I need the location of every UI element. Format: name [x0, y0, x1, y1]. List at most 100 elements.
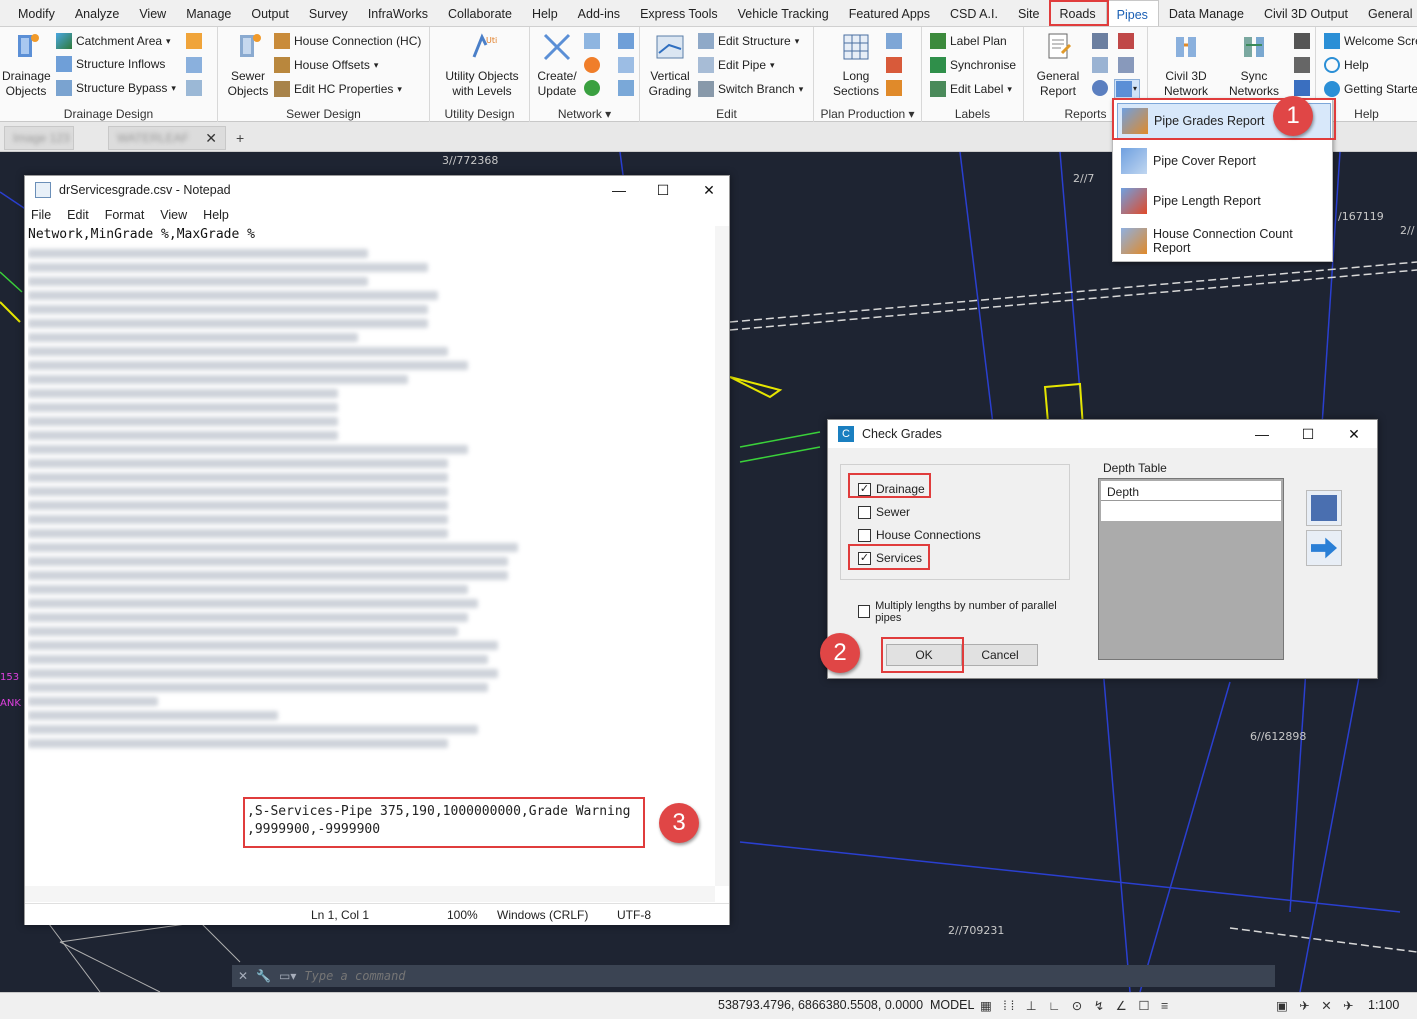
utility-objects-button[interactable]: Util Utility Objects with Levels: [440, 31, 524, 99]
close-command-icon[interactable]: ✕: [238, 969, 248, 983]
synchronise-button[interactable]: Synchronise: [930, 55, 1016, 75]
getting-started-button[interactable]: Getting Starte: [1324, 79, 1417, 99]
tab-site[interactable]: Site: [1008, 0, 1050, 26]
tab-manage[interactable]: Manage: [176, 0, 241, 26]
civil-tool-icon-1[interactable]: [1294, 33, 1310, 49]
menu-file[interactable]: File: [31, 208, 51, 222]
menu-help[interactable]: Help: [203, 208, 229, 222]
menu-format[interactable]: Format: [105, 208, 145, 222]
edit-hc-properties-button[interactable]: Edit HC Properties ▾: [274, 79, 402, 99]
network-tool-icon-1[interactable]: [584, 33, 600, 49]
house-offsets-button[interactable]: House Offsets ▾: [274, 55, 378, 75]
tab-add-ins[interactable]: Add-ins: [568, 0, 630, 26]
tab-vehicle-tracking[interactable]: Vehicle Tracking: [728, 0, 839, 26]
dialog-close-button[interactable]: ✕: [1344, 424, 1364, 444]
network-tool-icon-2[interactable]: [618, 33, 634, 49]
menu-item-pipe-cover-report[interactable]: Pipe Cover Report: [1117, 143, 1331, 179]
reports-tool-icon-3[interactable]: [1092, 80, 1108, 96]
catchment-area-button[interactable]: Catchment Area ▾: [56, 31, 171, 51]
plan-tool-icon-1[interactable]: [886, 33, 902, 49]
model-space-button[interactable]: MODEL: [930, 998, 974, 1012]
menu-edit[interactable]: Edit: [67, 208, 89, 222]
vertical-scrollbar[interactable]: [715, 226, 729, 886]
dialog-minimize-button[interactable]: —: [1252, 424, 1272, 444]
plan-tool-icon-3[interactable]: [886, 80, 902, 96]
horizontal-scrollbar[interactable]: [25, 886, 715, 902]
tab-modify[interactable]: Modify: [8, 0, 65, 26]
drainage-tool-icon-3[interactable]: [186, 80, 202, 96]
depth-table[interactable]: Depth: [1098, 478, 1284, 660]
welcome-screen-button[interactable]: Welcome Scre: [1324, 31, 1417, 51]
reports-tool-icon-4[interactable]: [1118, 33, 1134, 49]
doc-tab-1[interactable]: Image 123 ST: [4, 126, 74, 167]
label-plan-button[interactable]: Label Plan: [930, 31, 1007, 51]
new-tab-button[interactable]: +: [236, 130, 244, 146]
tab-infraworks[interactable]: InfraWorks: [358, 0, 438, 26]
civil3d-network-button[interactable]: Civil 3D Network: [1156, 31, 1216, 99]
general-report-button[interactable]: General Report: [1032, 31, 1084, 99]
edit-label-button[interactable]: Edit Label ▾: [930, 79, 1012, 99]
sewer-checkbox[interactable]: Sewer: [858, 505, 910, 519]
structure-inflows-button[interactable]: Structure Inflows: [56, 54, 165, 74]
notepad-text-area[interactable]: Network,MinGrade %,MaxGrade %: [28, 226, 714, 886]
network-tool-icon-3[interactable]: [618, 57, 634, 73]
edit-structure-button[interactable]: Edit Structure ▾: [698, 31, 799, 51]
tab-view[interactable]: View: [129, 0, 176, 26]
house-connection-button[interactable]: House Connection (HC): [274, 31, 421, 51]
drafting-tools-icons[interactable]: ▦ ⁞⁞ ⊥ ∟ ⊙ ↯ ∠ ☐ ≡: [980, 998, 1172, 1013]
drainage-tool-icon-2[interactable]: [186, 57, 202, 73]
annotation-tools-icons[interactable]: ▣ ✈ ✕ ✈: [1276, 998, 1358, 1013]
sewer-objects-button[interactable]: Sewer Objects: [224, 31, 272, 99]
tab-data-manage[interactable]: Data Manage: [1159, 0, 1254, 26]
tab-analyze[interactable]: Analyze: [65, 0, 129, 26]
tab-general[interactable]: General: [1358, 0, 1417, 26]
multiply-lengths-checkbox[interactable]: Multiply lengths by number of parallel p…: [858, 600, 1068, 624]
command-input[interactable]: [304, 969, 1205, 983]
command-history-icon[interactable]: ▭▾: [279, 969, 296, 983]
drainage-tool-icon-1[interactable]: [186, 33, 202, 49]
help-button[interactable]: Help: [1324, 55, 1369, 75]
dialog-maximize-button[interactable]: ☐: [1298, 424, 1318, 444]
house-connections-checkbox[interactable]: House Connections: [858, 528, 981, 542]
save-table-button[interactable]: [1306, 490, 1342, 526]
tab-survey[interactable]: Survey: [299, 0, 358, 26]
wrench-icon[interactable]: 🔧: [256, 969, 271, 983]
cancel-button[interactable]: Cancel: [962, 644, 1038, 666]
pipe-reports-dropdown-button[interactable]: ▾: [1114, 79, 1140, 99]
network-tool-icon-4[interactable]: [618, 80, 634, 96]
tab-collaborate[interactable]: Collaborate: [438, 0, 522, 26]
reports-tool-icon-5[interactable]: [1118, 57, 1134, 73]
drainage-objects-button[interactable]: Drainage Objects: [2, 31, 51, 99]
reports-tool-icon-2[interactable]: [1092, 57, 1108, 73]
menu-view[interactable]: View: [160, 208, 187, 222]
sync-networks-button[interactable]: Sync Networks: [1224, 31, 1284, 99]
reports-tool-icon-1[interactable]: [1092, 33, 1108, 49]
long-sections-button[interactable]: Long Sections: [832, 31, 880, 99]
doc-tab-2[interactable]: WATERLEAF ✕: [108, 126, 226, 150]
network-refresh-icon[interactable]: [584, 80, 600, 96]
structure-bypass-button[interactable]: Structure Bypass ▾: [56, 78, 176, 98]
doc-tab-close-icon[interactable]: ✕: [205, 127, 217, 149]
load-table-button[interactable]: [1306, 530, 1342, 566]
menu-item-pipe-length-report[interactable]: Pipe Length Report: [1117, 183, 1331, 219]
tab-output[interactable]: Output: [241, 0, 299, 26]
tab-pipes[interactable]: Pipes: [1105, 0, 1159, 26]
network-id-icon[interactable]: [584, 57, 600, 73]
edit-pipe-button[interactable]: Edit Pipe ▾: [698, 55, 775, 75]
tab-help[interactable]: Help: [522, 0, 568, 26]
close-button[interactable]: ✕: [699, 180, 719, 200]
maximize-button[interactable]: ☐: [653, 180, 673, 200]
tab-csd-a-i-[interactable]: CSD A.I.: [940, 0, 1008, 26]
switch-branch-button[interactable]: Switch Branch ▾: [698, 79, 803, 99]
annotation-scale[interactable]: 1:100: [1368, 998, 1399, 1012]
minimize-button[interactable]: —: [609, 180, 629, 200]
plan-tool-icon-2[interactable]: [886, 57, 902, 73]
vertical-grading-button[interactable]: Vertical Grading: [646, 31, 694, 99]
civil-tool-icon-3[interactable]: [1294, 80, 1310, 96]
tab-featured-apps[interactable]: Featured Apps: [839, 0, 940, 26]
menu-item-house-connection-count-report[interactable]: House Connection Count Report: [1117, 223, 1331, 259]
tab-express-tools[interactable]: Express Tools: [630, 0, 728, 26]
tab-civil-3d-output[interactable]: Civil 3D Output: [1254, 0, 1358, 26]
depth-table-row[interactable]: [1101, 501, 1281, 521]
civil-tool-icon-2[interactable]: [1294, 57, 1310, 73]
